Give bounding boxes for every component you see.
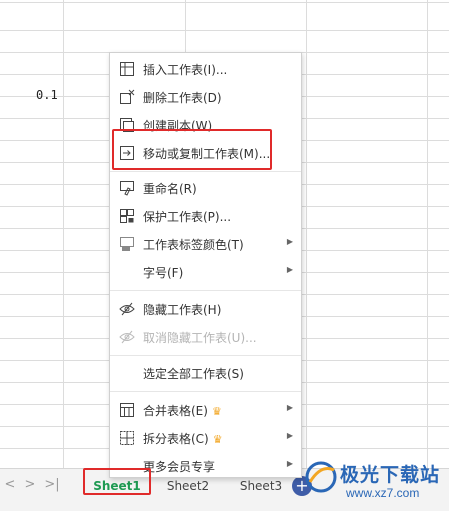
- menu-item-tab-color[interactable]: 工作表标签颜色(T) ▶: [110, 231, 301, 257]
- sheet-context-menu: 插入工作表(I)... 删除工作表(D) 创建副本(W) 移动或复制工作表(M)…: [109, 52, 302, 478]
- menu-separator: [110, 290, 301, 291]
- menu-item-delete-sheet[interactable]: 删除工作表(D): [110, 84, 301, 110]
- menu-separator: [110, 355, 301, 356]
- hide-eye-icon: [118, 300, 136, 318]
- highlight-box-move-copy: [112, 129, 272, 170]
- submenu-arrow-icon: ▶: [286, 431, 293, 440]
- menu-item-label: 合并表格(E) ♛: [143, 404, 222, 418]
- menu-item-font-size[interactable]: 字号(F) ▶: [110, 259, 301, 285]
- menu-item-label: 保护工作表(P)...: [143, 210, 232, 224]
- watermark-logo-icon: [305, 461, 337, 493]
- menu-item-split-table[interactable]: 拆分表格(C) ♛ ▶: [110, 425, 301, 451]
- watermark-url: www.xz7.com: [346, 486, 420, 500]
- menu-item-label: 选定全部工作表(S): [143, 367, 244, 381]
- menu-item-label: 隐藏工作表(H): [143, 303, 222, 317]
- menu-separator: [110, 391, 301, 392]
- insert-sheet-icon: [118, 60, 136, 78]
- menu-item-label: 拆分表格(C) ♛: [143, 432, 223, 446]
- unhide-eye-icon: [118, 328, 136, 346]
- submenu-arrow-icon: ▶: [286, 265, 293, 274]
- menu-item-label: 工作表标签颜色(T): [143, 238, 244, 252]
- merge-table-icon: [118, 401, 136, 419]
- menu-item-insert-sheet[interactable]: 插入工作表(I)...: [110, 56, 301, 82]
- watermark: 极光下载站 www.xz7.com: [300, 454, 449, 511]
- split-table-icon: [118, 429, 136, 447]
- submenu-arrow-icon: ▶: [286, 403, 293, 412]
- last-sheet-nav-button[interactable]: >|: [44, 476, 60, 494]
- cell-value[interactable]: 0.1: [36, 88, 58, 102]
- menu-item-unhide-sheet: 取消隐藏工作表(U)...: [110, 324, 301, 350]
- next-sheet-nav-button[interactable]: >: [22, 476, 38, 494]
- menu-item-label: 插入工作表(I)...: [143, 63, 228, 77]
- tab-color-icon: [118, 235, 136, 253]
- menu-item-label: 重命名(R): [143, 182, 197, 196]
- menu-separator: [110, 171, 301, 172]
- menu-item-label: 字号(F): [143, 266, 184, 280]
- rename-icon: [118, 179, 136, 197]
- menu-item-protect-sheet[interactable]: 保护工作表(P)...: [110, 203, 301, 229]
- menu-item-label: 删除工作表(D): [143, 91, 222, 105]
- menu-item-label: 更多会员专享: [143, 460, 216, 474]
- submenu-arrow-icon: ▶: [286, 237, 293, 246]
- menu-item-hide-sheet[interactable]: 隐藏工作表(H): [110, 296, 301, 322]
- menu-item-label: 取消隐藏工作表(U)...: [143, 331, 257, 345]
- watermark-brand: 极光下载站: [340, 464, 441, 486]
- menu-item-rename[interactable]: 重命名(R): [110, 175, 301, 201]
- submenu-arrow-icon: ▶: [286, 459, 293, 468]
- vip-crown-icon: ♛: [212, 433, 223, 446]
- menu-item-select-all-sheets[interactable]: 选定全部工作表(S): [110, 360, 301, 386]
- highlight-box-sheet1-tab: [83, 468, 151, 495]
- menu-item-merge-table[interactable]: 合并表格(E) ♛ ▶: [110, 397, 301, 423]
- vip-crown-icon: ♛: [211, 405, 222, 418]
- delete-sheet-icon: [118, 88, 136, 106]
- protect-sheet-icon: [118, 207, 136, 225]
- first-sheet-nav-button[interactable]: <: [2, 476, 18, 494]
